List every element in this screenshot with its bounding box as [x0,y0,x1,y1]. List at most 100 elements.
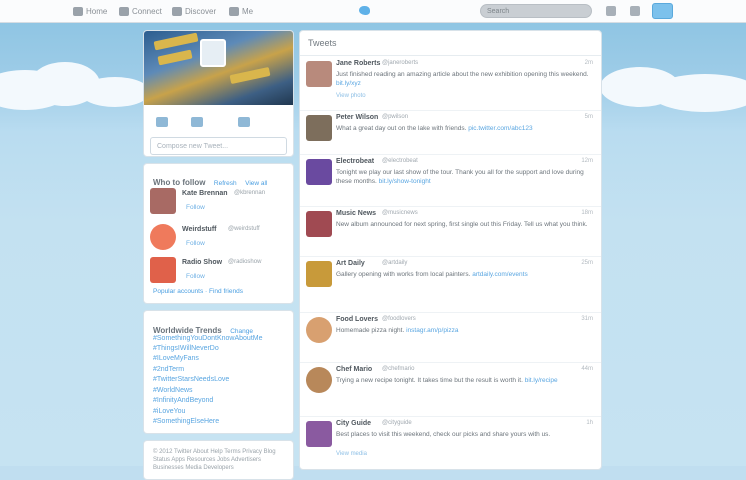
tweet-handle: @artdaily [382,260,408,266]
tweet-time[interactable]: 12m [581,158,593,164]
gear-icon[interactable] [606,6,616,16]
avatar[interactable] [150,188,176,214]
hash-icon [172,6,182,16]
tweet[interactable]: Peter Wilson @pwilson 5m What a great da… [300,111,601,155]
trend-item[interactable]: #2ndTerm [153,366,184,373]
tweet[interactable]: Jane Roberts @janeroberts 2m Just finish… [300,57,601,111]
tweet-author[interactable]: Chef Mario [336,366,372,373]
trend-item[interactable]: #SomethingYouDontKnowAboutMe [153,335,262,342]
follow-button[interactable]: Follow [186,240,205,247]
tweet-time[interactable]: 25m [581,260,593,266]
tweet[interactable]: Food Lovers @foodlovers 31m Homemade piz… [300,313,601,363]
change-trends-link[interactable]: Change [230,328,253,335]
followers-stat-icon[interactable] [238,117,250,127]
tweet-body: What a great day out on the lake with fr… [336,125,467,132]
tweet-link[interactable]: bit.ly/xyz [336,80,361,87]
tweet-author[interactable]: City Guide [336,420,371,427]
tweet-text: Trying a new recipe tonight. It takes ti… [336,376,591,385]
tweet-time[interactable]: 18m [581,210,593,216]
tweet[interactable]: City Guide @cityguide 1h Best places to … [300,417,601,469]
follow-button[interactable]: Follow [186,204,205,211]
suggestion-name[interactable]: Kate Brennan [182,190,228,197]
tweet-time[interactable]: 5m [585,114,593,120]
at-icon [119,6,129,16]
nav-me[interactable]: Me [229,4,253,18]
tweet-link[interactable]: artdaily.com/events [472,271,528,278]
home-icon [73,6,83,16]
trend-item[interactable]: #SomethingElseHere [153,418,219,425]
settings-icon[interactable] [630,6,640,16]
avatar[interactable] [306,159,332,185]
avatar[interactable] [306,317,332,343]
tweet-link[interactable]: pic.twitter.com/abc123 [468,125,532,132]
search-input[interactable]: Search [480,4,592,18]
follow-suggestion[interactable]: Kate Brennan @kbrennan Follow [150,188,280,218]
banner-sign [157,49,193,66]
nav-home[interactable]: Home [73,4,107,18]
tweet-time[interactable]: 1h [586,420,593,426]
trend-item[interactable]: #ILoveMyFans [153,355,199,362]
tweet-author[interactable]: Electrobeat [336,158,374,165]
compose-tweet-button[interactable] [652,3,673,19]
tweet-author[interactable]: Peter Wilson [336,114,378,121]
who-to-follow-title: Who to follow [153,178,206,187]
tweet-author[interactable]: Food Lovers [336,316,378,323]
tweet-time[interactable]: 2m [585,60,593,66]
tweet-text: Gallery opening with works from local pa… [336,270,591,279]
tweet-link[interactable]: bit.ly/recipe [525,377,558,384]
tweet-author[interactable]: Music News [336,210,376,217]
tweet[interactable]: Chef Mario @chefmario 44m Trying a new r… [300,363,601,417]
nav-connect[interactable]: Connect [119,4,162,18]
tweet[interactable]: Art Daily @artdaily 25m Gallery opening … [300,257,601,313]
tweet-link[interactable]: bit.ly/show-tonight [379,178,431,185]
trend-item[interactable]: #InfinityAndBeyond [153,397,213,404]
tweet-text: New album announced for next spring, fir… [336,220,591,229]
tweet-body: Homemade pizza night. [336,327,405,334]
trend-item[interactable]: #TwitterStarsNeedsLove [153,376,229,383]
trend-item[interactable]: #iLoveYou [153,408,185,415]
follow-suggestion[interactable]: Weirdstuff @weirdstuff Follow [150,224,280,254]
tweet-time[interactable]: 44m [581,366,593,372]
avatar[interactable] [150,257,176,283]
view-media-link[interactable]: View media [336,451,367,457]
nav-connect-label: Connect [132,6,162,16]
timeline-title: Tweets [300,31,601,56]
twitter-bird-icon[interactable] [359,6,370,15]
who-to-follow-card: Who to follow Refresh View all Kate Bren… [143,163,294,304]
avatar[interactable] [306,367,332,393]
follow-suggestion[interactable]: Radio Show @radioshow Follow [150,257,280,287]
avatar[interactable] [306,261,332,287]
avatar[interactable] [306,421,332,447]
avatar[interactable] [306,211,332,237]
tweet-link[interactable]: instagr.am/p/pizza [406,327,458,334]
tweet-text: Tonight we play our last show of the tou… [336,168,591,186]
tweet-author[interactable]: Jane Roberts [336,60,380,67]
popular-accounts-link[interactable]: Popular accounts · Find friends [153,288,243,295]
trend-item[interactable]: #ThingsIWillNeverDo [153,345,219,352]
tweet-time[interactable]: 31m [581,316,593,322]
avatar[interactable] [200,39,226,67]
tweet-body: Best places to visit this weekend, check… [336,431,551,438]
tweet[interactable]: Music News @musicnews 18m New album anno… [300,207,601,257]
banner-sign [153,32,199,51]
trend-item[interactable]: #WorldNews [153,387,193,394]
avatar[interactable] [150,224,176,250]
refresh-link[interactable]: Refresh [214,180,237,187]
footer-links[interactable]: © 2012 Twitter About Help Terms Privacy … [153,448,285,472]
compose-input[interactable]: Compose new Tweet... [150,137,287,155]
suggestion-name[interactable]: Radio Show [182,259,222,266]
view-photo-link[interactable]: View photo [336,93,366,99]
tweets-stat-icon[interactable] [156,117,168,127]
nav-discover[interactable]: Discover [172,4,216,18]
avatar[interactable] [306,61,332,87]
avatar[interactable] [306,115,332,141]
suggestion-name[interactable]: Weirdstuff [182,226,216,233]
user-icon [229,6,239,16]
follow-button[interactable]: Follow [186,273,205,280]
view-all-link[interactable]: View all [245,180,267,187]
tweet[interactable]: Electrobeat @electrobeat 12m Tonight we … [300,155,601,207]
tweet-author[interactable]: Art Daily [336,260,365,267]
tweet-handle: @foodlovers [382,316,416,322]
profile-banner [144,31,293,105]
following-stat-icon[interactable] [191,117,203,127]
